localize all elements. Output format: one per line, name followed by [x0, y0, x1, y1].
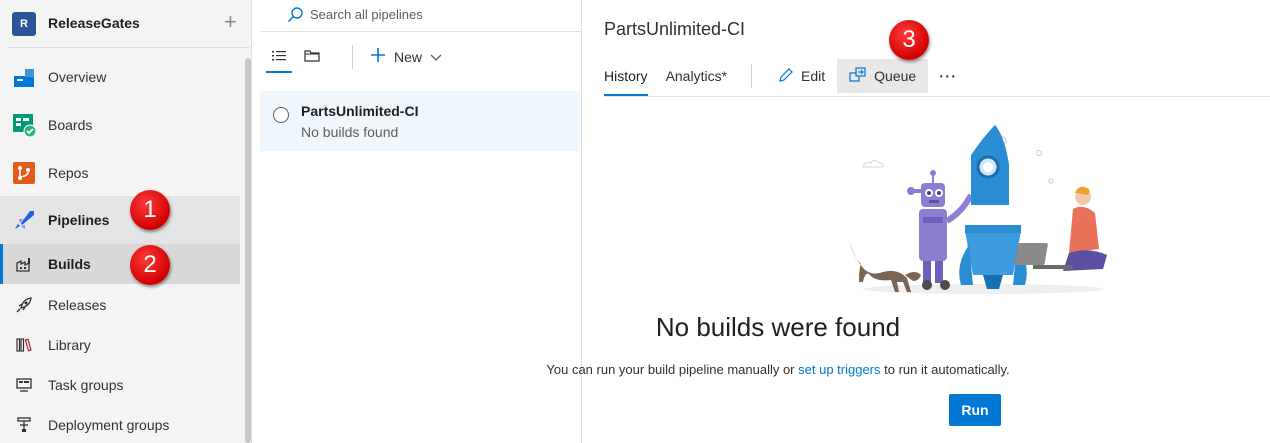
- queue-button[interactable]: Queue: [837, 59, 929, 93]
- list-view-icon: [272, 49, 286, 67]
- more-actions-icon[interactable]: ⋯: [938, 66, 957, 87]
- nav-label: Repos: [48, 165, 89, 181]
- pipeline-detail-pane: PartsUnlimited-CI History Analytics* Edi…: [546, 0, 1270, 443]
- page-title: PartsUnlimited-CI: [604, 19, 746, 39]
- pipeline-name: PartsUnlimited-CI: [301, 103, 419, 119]
- nav-label: Task groups: [48, 377, 124, 393]
- nav-item-library[interactable]: Library: [0, 325, 240, 365]
- nav-label: Boards: [48, 117, 93, 133]
- search-bar: [260, 0, 582, 32]
- divider: [8, 47, 250, 48]
- org-name[interactable]: ReleaseGates: [48, 15, 140, 31]
- nav-item-task-groups[interactable]: Task groups: [0, 365, 240, 405]
- search-input[interactable]: [310, 7, 560, 22]
- edit-label: Edit: [801, 68, 826, 84]
- pipelines-icon: [12, 208, 36, 232]
- toolbar-divider: [352, 45, 353, 69]
- folder-view-icon[interactable]: [304, 49, 320, 67]
- empty-message-text: You can run your build pipeline manually…: [546, 362, 799, 377]
- callout-badge-2: 2: [130, 245, 170, 285]
- left-navigation: R ReleaseGates + Overview Boards Repos P…: [0, 0, 252, 443]
- nav-item-pipelines[interactable]: Pipelines: [0, 196, 240, 244]
- pipeline-status: No builds found: [301, 124, 399, 140]
- pencil-icon: [778, 67, 794, 86]
- nav-item-builds[interactable]: Builds: [0, 244, 240, 284]
- empty-state-illustration: [843, 125, 1113, 305]
- nav-label: Releases: [48, 297, 107, 313]
- nav-item-deployment-groups[interactable]: Deployment groups: [0, 405, 240, 443]
- tabs-divider: [751, 64, 753, 88]
- tabs-underline: [604, 96, 1270, 97]
- queue-label: Queue: [874, 68, 917, 84]
- nav-label: Overview: [48, 69, 107, 85]
- nav-label: Deployment groups: [48, 417, 170, 433]
- tab-analytics[interactable]: Analytics*: [666, 56, 727, 96]
- sidebar-scrollbar[interactable]: [245, 58, 251, 443]
- builds-icon: [14, 254, 34, 274]
- run-button[interactable]: Run: [949, 394, 1001, 426]
- pipeline-list-item[interactable]: PartsUnlimited-CI No builds found: [260, 91, 580, 151]
- empty-state-message: You can run your build pipeline manually…: [386, 362, 1170, 377]
- task-groups-icon: [14, 375, 34, 395]
- releases-icon: [14, 295, 34, 315]
- empty-state-heading: No builds were found: [655, 312, 901, 342]
- callout-badge-3: 3: [889, 20, 929, 60]
- edit-button[interactable]: Edit: [766, 59, 837, 93]
- empty-message-text-end: to run it automatically.: [880, 362, 1010, 377]
- detail-tabs: History Analytics* Edit Queue ⋯: [604, 56, 957, 96]
- list-toolbar: New: [260, 33, 582, 77]
- chevron-down-icon: [430, 49, 442, 65]
- queue-icon: [849, 66, 867, 86]
- nav-item-boards[interactable]: Boards: [0, 105, 240, 145]
- library-icon: [14, 335, 34, 355]
- boards-icon: [12, 113, 36, 137]
- plus-icon: [370, 47, 386, 66]
- set-up-triggers-link[interactable]: set up triggers: [798, 362, 880, 377]
- overview-icon: [12, 65, 36, 89]
- nav-label: Builds: [48, 256, 91, 272]
- status-circle-icon: [273, 107, 289, 123]
- new-button[interactable]: New: [370, 47, 442, 66]
- nav-label: Library: [48, 337, 91, 353]
- search-icon: [286, 6, 304, 29]
- org-header[interactable]: R ReleaseGates +: [0, 0, 252, 48]
- callout-badge-1: 1: [130, 190, 170, 230]
- org-avatar[interactable]: R: [12, 12, 36, 36]
- repos-icon: [12, 161, 36, 185]
- nav-item-releases[interactable]: Releases: [0, 285, 240, 325]
- deployment-groups-icon: [14, 415, 34, 435]
- list-view-toggle[interactable]: [266, 43, 292, 73]
- nav-label: Pipelines: [48, 212, 110, 228]
- tab-history[interactable]: History: [604, 56, 648, 96]
- new-button-label: New: [394, 48, 423, 65]
- nav-item-repos[interactable]: Repos: [0, 153, 240, 193]
- nav-item-overview[interactable]: Overview: [0, 57, 240, 97]
- add-project-icon[interactable]: +: [224, 11, 237, 33]
